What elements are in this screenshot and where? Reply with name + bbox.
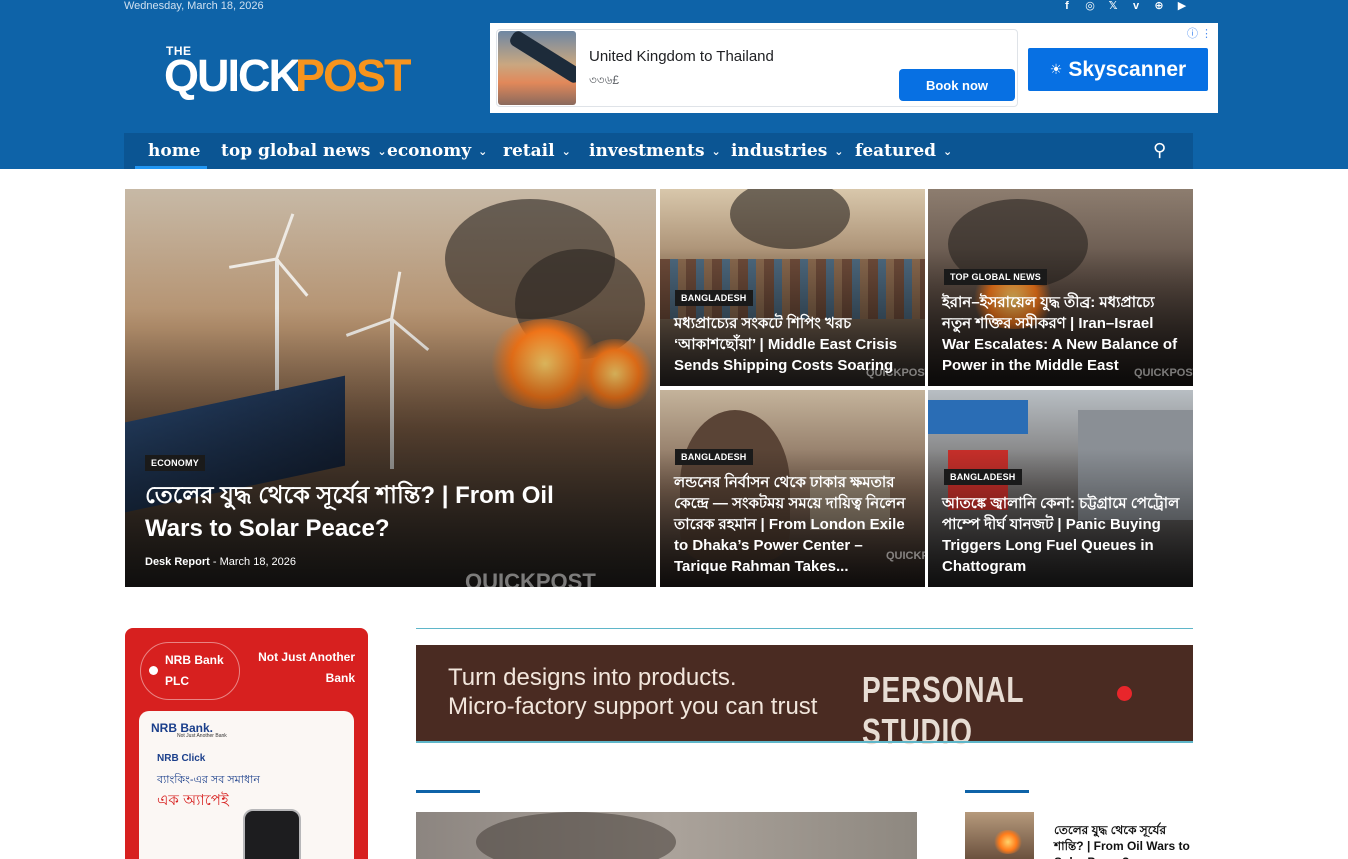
search-icon[interactable]: ⚲ [1153, 140, 1175, 162]
personal-studio-ad[interactable]: Turn designs into products. Micro-factor… [416, 645, 1193, 752]
phone-icon [243, 809, 301, 859]
chevron-down-icon: ⌄ [943, 144, 953, 158]
main-nav: home top global news ⌄ economy ⌄ retail … [124, 133, 1193, 169]
divider [416, 628, 1193, 629]
nav-retail[interactable]: retail ⌄ [503, 133, 571, 169]
facebook-icon[interactable]: f [1060, 0, 1074, 12]
post-title[interactable]: লন্ডনের নির্বাসন থেকে ঢাকার ক্ষমতার কেন্… [674, 472, 918, 577]
skyscanner-ad[interactable]: United Kingdom to Thailand ৩৩৬£ Book now… [490, 23, 1218, 113]
ad-line2: Micro-factory support you can trust [448, 693, 818, 720]
brand-dot-icon [1117, 686, 1132, 701]
nrb-card-line2: এক অ্যাপেই [157, 792, 229, 809]
nav-industries[interactable]: industries ⌄ [731, 133, 844, 169]
web-icon[interactable]: ⊕ [1152, 0, 1166, 12]
nav-economy[interactable]: economy ⌄ [387, 133, 487, 169]
vimeo-icon[interactable]: v [1129, 0, 1143, 12]
post-date: March 18, 2026 [219, 556, 297, 568]
category-tag[interactable]: TOP GLOBAL NEWS [944, 269, 1048, 285]
record-dot-icon [149, 666, 158, 675]
logo-post: POST [295, 50, 412, 101]
divider [416, 741, 1193, 743]
category-tag[interactable]: ECONOMY [145, 455, 205, 471]
airplane-image [498, 31, 576, 105]
nrb-card-subtitle: Not Just Another Bank [177, 733, 227, 739]
chevron-down-icon: ⌄ [561, 144, 571, 158]
nrb-click-label: NRB Click [157, 753, 206, 764]
nrb-card-line1: ব্যাংকিং-এর সব সমাধান [157, 774, 260, 786]
watermark: QUICKPOST [866, 367, 925, 379]
nrb-bank-ad[interactable]: NRB Bank PLC Not Just Another Bank NRB B… [125, 628, 368, 859]
post-author[interactable]: Desk Report [145, 556, 210, 568]
post-title[interactable]: আতঙ্কে জ্বালানি কেনা: চট্টগ্রামে পেট্রোল… [942, 493, 1186, 577]
social-links: f ◎ 𝕏 v ⊕ ▶ [1060, 0, 1189, 12]
nav-label: top global news [221, 141, 371, 161]
category-tag[interactable]: BANGLADESH [944, 469, 1022, 485]
youtube-icon[interactable]: ▶ [1175, 0, 1189, 12]
watermark: QUICKPOST [465, 569, 596, 587]
skyscanner-logo[interactable]: ☀ Skyscanner [1028, 48, 1208, 91]
featured-tile[interactable]: BANGLADESH লন্ডনের নির্বাসন থেকে ঢাকার ক… [660, 390, 925, 587]
post-byline: Desk Report - March 18, 2026 [145, 556, 296, 568]
chevron-down-icon: ⌄ [711, 144, 721, 158]
category-tag[interactable]: BANGLADESH [675, 290, 753, 306]
watermark: QUICKPOST [1134, 367, 1193, 379]
nav-featured[interactable]: featured ⌄ [855, 133, 952, 169]
nav-home[interactable]: home [148, 133, 201, 169]
ad-price: ৩৩৬£ [589, 73, 620, 87]
ad-card[interactable]: United Kingdom to Thailand ৩৩৬£ Book now [496, 29, 1018, 107]
featured-tile[interactable]: TOP GLOBAL NEWS ইরান–ইসরায়েল যুদ্ধ তীব্… [928, 189, 1193, 386]
ad-info-icon[interactable]: ⓘ ⋮ [1187, 25, 1212, 41]
site-header: Wednesday, March 18, 2026 f ◎ 𝕏 v ⊕ ▶ TH… [0, 0, 1348, 169]
logo-quick: QUICK [164, 50, 301, 101]
featured-tile[interactable]: BANGLADESH আতঙ্কে জ্বালানি কেনা: চট্টগ্র… [928, 390, 1193, 587]
post-title[interactable]: তেলের যুদ্ধ থেকে সূর্যের শান্তি? | From … [145, 479, 615, 545]
post-title[interactable]: ইরান–ইসরায়েল যুদ্ধ তীব্র: মধ্যপ্রাচ্যে … [942, 292, 1184, 376]
category-tag[interactable]: BANGLADESH [675, 449, 753, 465]
watermark: QUICKPOST [886, 550, 925, 562]
byline-separator: - [212, 556, 217, 568]
post-thumbnail-large[interactable] [416, 812, 917, 859]
chevron-down-icon: ⌄ [377, 144, 387, 158]
nav-top-global-news[interactable]: top global news ⌄ [221, 133, 387, 169]
nav-label: home [148, 141, 201, 161]
nav-active-indicator [135, 166, 207, 169]
nav-label: industries [731, 141, 828, 161]
ad-route-title: United Kingdom to Thailand [589, 48, 774, 65]
nav-label: featured [855, 141, 937, 161]
instagram-icon[interactable]: ◎ [1083, 0, 1097, 12]
site-logo[interactable]: THE QUICK POST [163, 44, 425, 101]
nrb-bank-name: NRB Bank PLC [165, 653, 224, 688]
nrb-slogan: Not Just Another Bank [258, 650, 355, 685]
nav-label: investments [589, 141, 705, 161]
sidebar-post-title[interactable]: তেলের যুদ্ধ থেকে সূর্যের শান্তি? | From … [1054, 822, 1194, 859]
featured-main-post[interactable]: ECONOMY তেলের যুদ্ধ থেকে সূর্যের শান্তি?… [125, 189, 656, 587]
section-heading-bar [416, 790, 480, 793]
x-icon[interactable]: 𝕏 [1106, 0, 1120, 12]
ad-line1: Turn designs into products. [448, 664, 737, 691]
nav-label: retail [503, 141, 555, 161]
nav-investments[interactable]: investments ⌄ [589, 133, 721, 169]
section-heading-bar [965, 790, 1029, 793]
nrb-app-card: NRB Bank. Not Just Another Bank NRB Clic… [139, 711, 354, 859]
nav-label: economy [387, 141, 472, 161]
skyscanner-sun-icon: ☀ [1049, 61, 1063, 77]
skyscanner-brand: Skyscanner [1068, 57, 1187, 81]
post-thumbnail-small[interactable] [965, 812, 1034, 859]
chevron-down-icon: ⌄ [834, 144, 844, 158]
book-now-button[interactable]: Book now [899, 69, 1015, 101]
header-date: Wednesday, March 18, 2026 [124, 0, 264, 12]
featured-tile[interactable]: BANGLADESH মধ্যপ্রাচ্যের সংকটে শিপিং খরচ… [660, 189, 925, 386]
chevron-down-icon: ⌄ [478, 144, 488, 158]
